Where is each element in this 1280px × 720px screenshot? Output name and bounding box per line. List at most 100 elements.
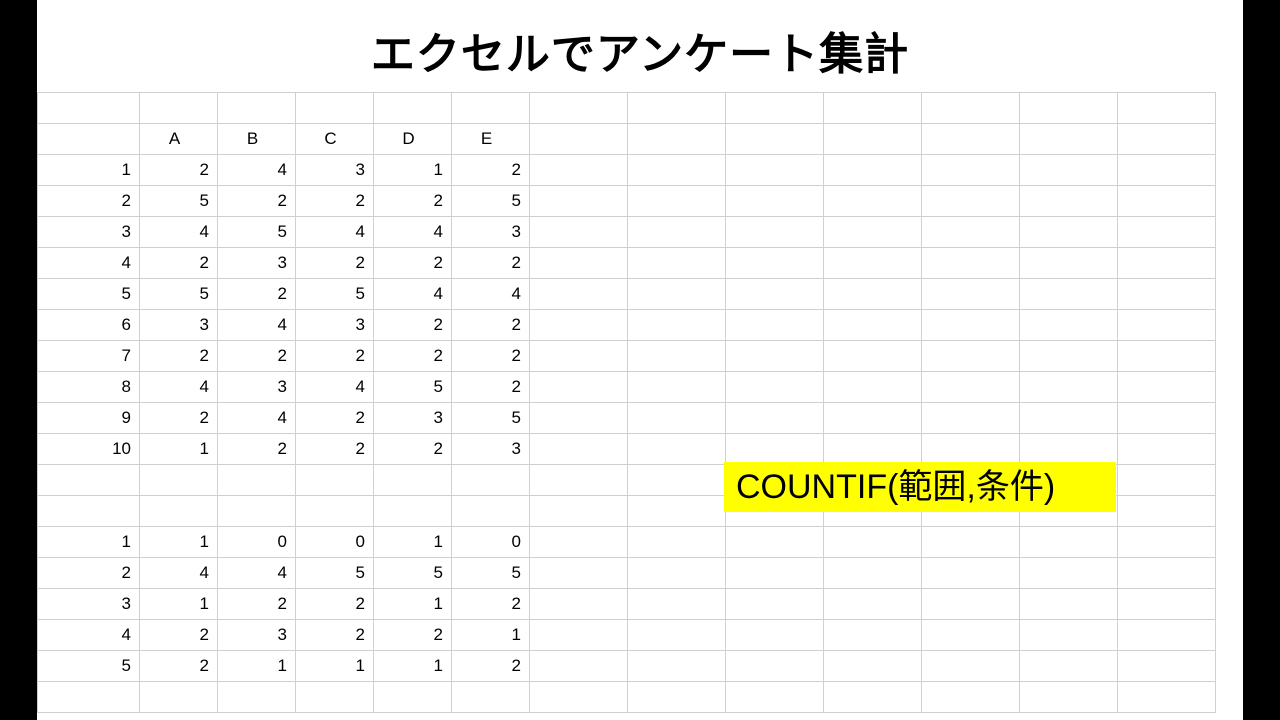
row-label[interactable]: 2 [38,558,140,589]
data-cell[interactable]: 2 [140,403,218,434]
cell-empty[interactable] [824,279,922,310]
cell-empty[interactable] [628,124,726,155]
data-cell[interactable]: 3 [218,248,296,279]
data-cell[interactable]: 2 [374,620,452,651]
cell-empty[interactable] [530,465,628,496]
data-cell[interactable]: 4 [140,558,218,589]
row-label[interactable]: 8 [38,372,140,403]
cell-empty[interactable] [922,651,1020,682]
cell-empty[interactable] [530,682,628,713]
cell-empty[interactable] [1118,682,1216,713]
cell-empty[interactable] [628,341,726,372]
cell-empty[interactable] [530,310,628,341]
cell-empty[interactable] [628,310,726,341]
data-cell[interactable]: 2 [296,341,374,372]
data-cell[interactable]: 2 [140,651,218,682]
data-cell[interactable]: 5 [296,279,374,310]
cell-empty[interactable] [628,279,726,310]
cell-empty[interactable] [218,682,296,713]
cell-empty[interactable] [1020,93,1118,124]
cell-empty[interactable] [38,93,140,124]
cell-empty[interactable] [1118,496,1216,527]
cell-empty[interactable] [726,589,824,620]
cell-empty[interactable] [628,496,726,527]
data-cell[interactable]: 2 [452,341,530,372]
cell-empty[interactable] [1118,186,1216,217]
cell-empty[interactable] [628,217,726,248]
cell-empty[interactable] [726,620,824,651]
data-cell[interactable]: 1 [296,651,374,682]
data-cell[interactable]: 3 [296,310,374,341]
cell-empty[interactable] [530,620,628,651]
data-cell[interactable]: 2 [218,186,296,217]
cell-empty[interactable] [824,217,922,248]
cell-empty[interactable] [824,372,922,403]
data-cell[interactable]: 2 [452,310,530,341]
cell-empty[interactable] [452,465,530,496]
cell-empty[interactable] [726,372,824,403]
data-cell[interactable]: 4 [218,155,296,186]
data-cell[interactable]: 0 [296,527,374,558]
cell-empty[interactable] [628,186,726,217]
data-cell[interactable]: 1 [374,589,452,620]
cell-empty[interactable] [1020,434,1118,465]
cell-empty[interactable] [1020,217,1118,248]
cell-empty[interactable] [824,620,922,651]
data-cell[interactable]: 4 [140,217,218,248]
cell-empty[interactable] [922,310,1020,341]
cell-empty[interactable] [824,248,922,279]
cell-empty[interactable] [296,496,374,527]
cell-empty[interactable] [1118,279,1216,310]
cell-empty[interactable] [922,248,1020,279]
data-cell[interactable]: 4 [452,279,530,310]
data-cell[interactable]: 2 [452,155,530,186]
cell-empty[interactable] [726,186,824,217]
data-cell[interactable]: 5 [374,372,452,403]
data-cell[interactable]: 2 [140,155,218,186]
cell-empty[interactable] [726,124,824,155]
cell-empty[interactable] [726,217,824,248]
data-cell[interactable]: 2 [374,434,452,465]
cell-empty[interactable] [1118,341,1216,372]
cell-empty[interactable] [530,589,628,620]
cell-empty[interactable] [726,93,824,124]
cell-empty[interactable] [1020,527,1118,558]
cell-empty[interactable] [38,124,140,155]
cell-empty[interactable] [1118,310,1216,341]
row-label[interactable]: 9 [38,403,140,434]
cell-empty[interactable] [1020,155,1118,186]
data-cell[interactable]: 2 [296,403,374,434]
data-cell[interactable]: 2 [296,620,374,651]
cell-empty[interactable] [824,589,922,620]
cell-empty[interactable] [374,682,452,713]
data-cell[interactable]: 1 [374,527,452,558]
data-cell[interactable]: 2 [374,186,452,217]
data-cell[interactable]: 3 [452,434,530,465]
data-cell[interactable]: 5 [140,186,218,217]
cell-empty[interactable] [1020,124,1118,155]
cell-empty[interactable] [1118,372,1216,403]
column-header-E[interactable]: E [452,124,530,155]
cell-empty[interactable] [218,496,296,527]
cell-empty[interactable] [374,496,452,527]
data-cell[interactable]: 2 [452,248,530,279]
cell-empty[interactable] [1118,434,1216,465]
row-label[interactable]: 7 [38,341,140,372]
cell-empty[interactable] [922,620,1020,651]
cell-empty[interactable] [530,186,628,217]
data-cell[interactable]: 5 [140,279,218,310]
cell-empty[interactable] [530,651,628,682]
cell-empty[interactable] [824,93,922,124]
cell-empty[interactable] [628,155,726,186]
data-cell[interactable]: 0 [452,527,530,558]
row-label[interactable]: 4 [38,620,140,651]
cell-empty[interactable] [824,558,922,589]
cell-empty[interactable] [1118,651,1216,682]
cell-empty[interactable] [530,434,628,465]
cell-empty[interactable] [530,217,628,248]
data-cell[interactable]: 1 [140,589,218,620]
cell-empty[interactable] [530,403,628,434]
cell-empty[interactable] [726,434,824,465]
cell-empty[interactable] [922,155,1020,186]
cell-empty[interactable] [530,558,628,589]
